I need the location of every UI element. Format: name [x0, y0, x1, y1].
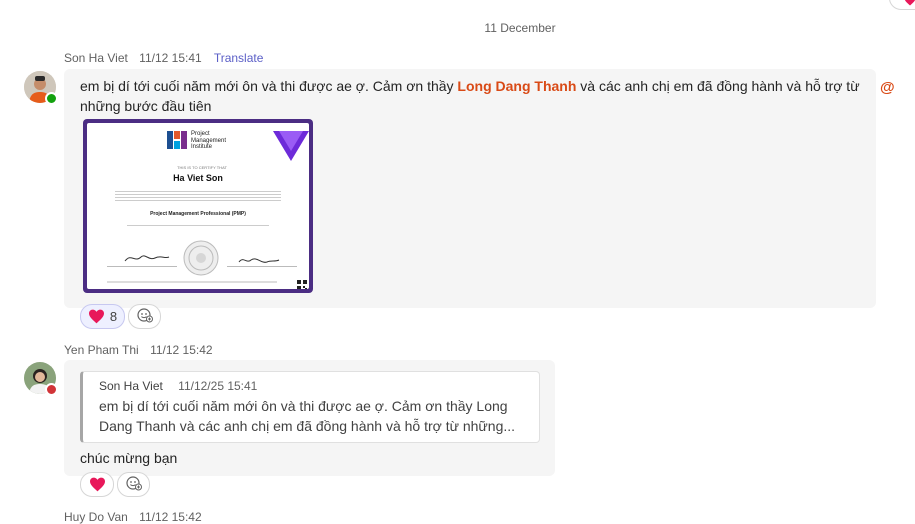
- quoted-header: Son Ha Viet 11/12/25 15:41: [99, 379, 257, 393]
- message-time: 11/12 15:41: [139, 51, 202, 65]
- heart-icon: [904, 0, 915, 11]
- date-separator: 11 December: [484, 21, 556, 35]
- message-text: chúc mừng bạn: [80, 450, 178, 466]
- certificate-holder: Ha Viet Son: [173, 173, 223, 183]
- quoted-text: em bị dí tới cuối năm mới ôn và thi được…: [99, 398, 516, 434]
- quoted-sender: Son Ha Viet: [99, 379, 163, 393]
- add-reaction-icon: [136, 307, 153, 326]
- certificate-content: Project Management Institute THIS IS TO …: [87, 123, 309, 289]
- message-header: Son Ha Viet 11/12 15:41 Translate: [64, 51, 263, 65]
- message-bubble[interactable]: em bị dí tới cuối năm mới ôn và thi được…: [64, 69, 876, 308]
- qr-code-icon: [297, 277, 307, 289]
- sender-name: Huy Do Van: [64, 510, 128, 524]
- pmi-triangle-icon: [273, 131, 309, 166]
- quoted-time: 11/12/25 15:41: [178, 379, 258, 393]
- certificate-witness-line: [127, 225, 269, 226]
- heart-reaction-button[interactable]: 8: [80, 304, 125, 329]
- certificate-footer: [107, 281, 277, 283]
- certificate-seal-icon: [183, 240, 219, 281]
- presence-status-icon: [45, 92, 58, 105]
- heart-icon: [88, 309, 105, 327]
- certificate-credential: Project Management Professional (PMP): [150, 211, 246, 217]
- add-reaction-button[interactable]: [128, 304, 161, 329]
- certificate-body-text: [115, 189, 281, 203]
- message-bubble[interactable]: Son Ha Viet 11/12/25 15:41 em bị dí tới …: [64, 360, 555, 476]
- message-header: Huy Do Van 11/12 15:42: [64, 510, 211, 524]
- sender-name: Son Ha Viet: [64, 51, 128, 65]
- certificate-image[interactable]: Project Management Institute THIS IS TO …: [83, 119, 313, 293]
- heart-reaction-button[interactable]: [80, 472, 114, 497]
- signature-right: [237, 253, 281, 271]
- message-header: Yen Pham Thi 11/12 15:42: [64, 343, 222, 357]
- message-time: 11/12 15:42: [150, 343, 213, 357]
- quoted-message[interactable]: Son Ha Viet 11/12/25 15:41 em bị dí tới …: [80, 371, 540, 443]
- mention-indicator-icon: @: [880, 79, 895, 96]
- message-time: 11/12 15:42: [139, 510, 202, 524]
- certificate-preamble: THIS IS TO CERTIFY THAT: [177, 165, 227, 170]
- org-name: Project Management Institute: [191, 131, 227, 150]
- heart-icon: [89, 477, 106, 495]
- presence-status-icon: [45, 383, 58, 396]
- translate-link[interactable]: Translate: [214, 51, 264, 65]
- add-reaction-button[interactable]: [117, 472, 150, 497]
- pmi-logo-icon: [167, 131, 189, 154]
- sender-name: Yen Pham Thi: [64, 343, 139, 357]
- signature-left: [123, 251, 171, 270]
- mention-link[interactable]: Long Dang Thanh: [457, 78, 576, 94]
- add-reaction-icon: [125, 475, 142, 494]
- message-text: em bị dí tới cuối năm mới ôn và thi được…: [80, 78, 860, 114]
- reaction-count: 8: [109, 309, 118, 324]
- partial-reaction-pill[interactable]: [889, 0, 915, 10]
